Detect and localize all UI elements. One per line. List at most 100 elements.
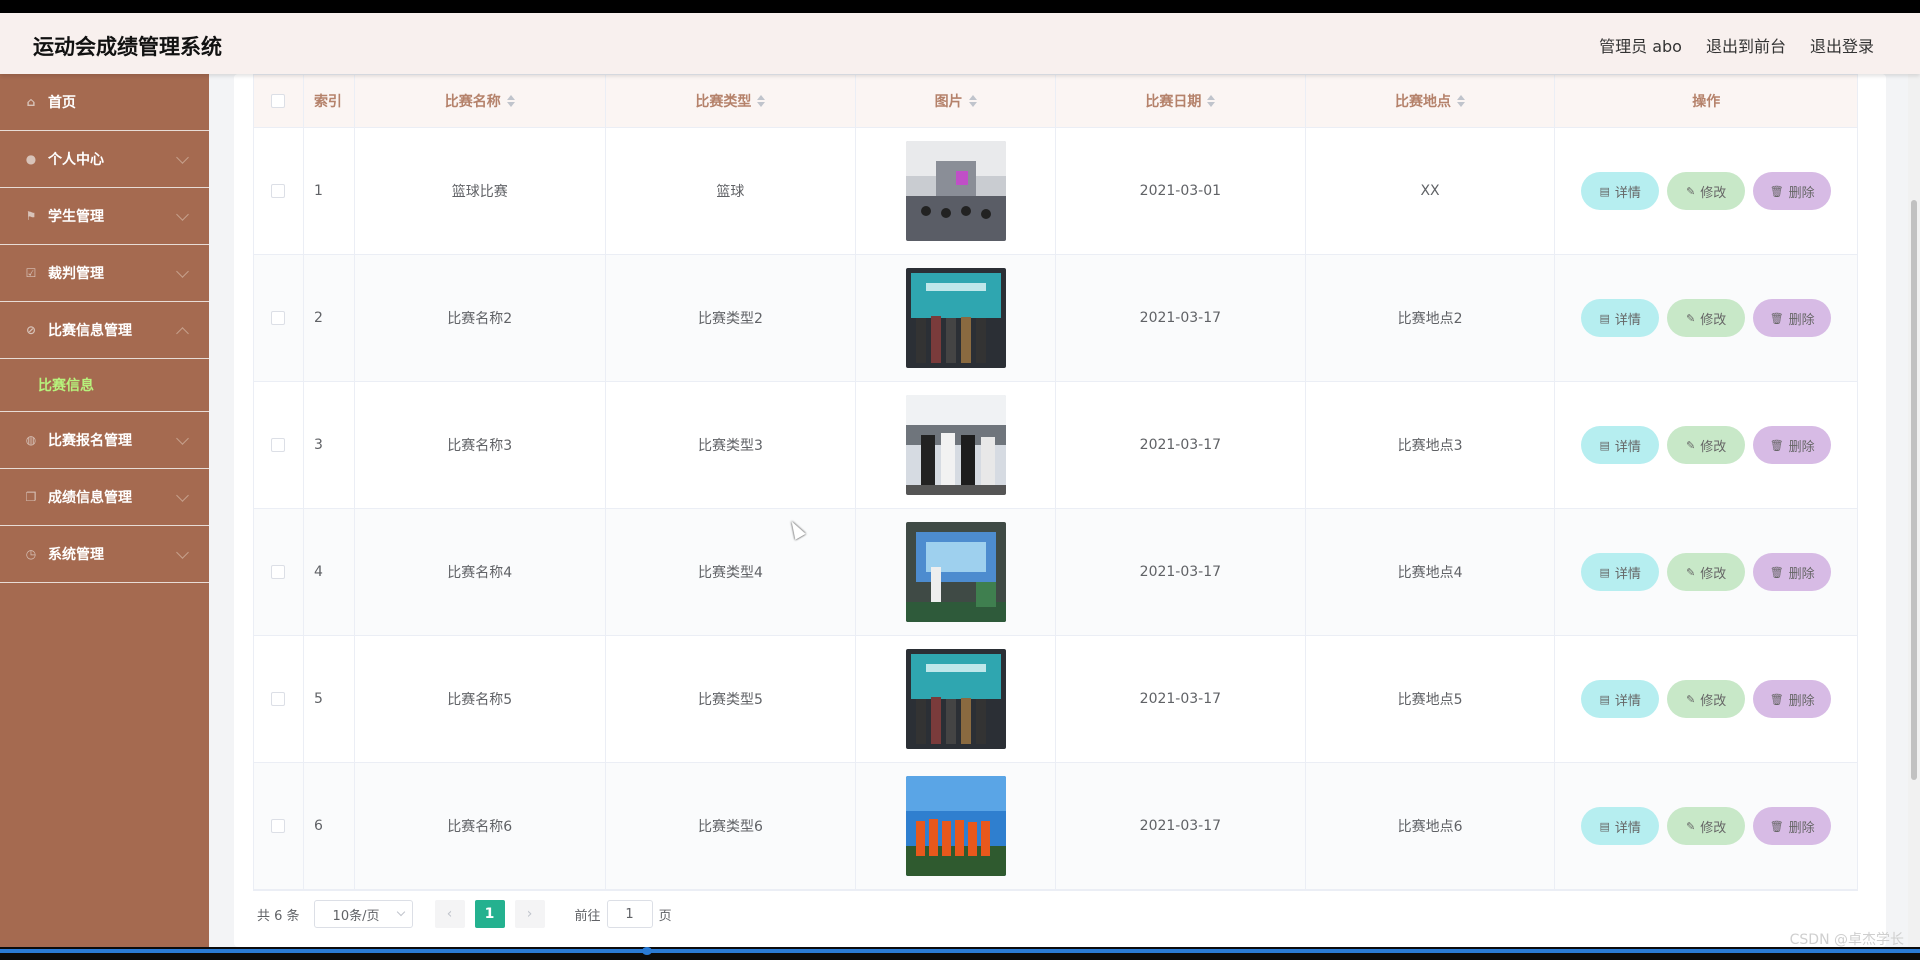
column-date[interactable]: 比赛日期 <box>1056 75 1306 127</box>
row-checkbox[interactable] <box>271 184 286 198</box>
trash-icon: 🗑 <box>1769 692 1784 706</box>
column-place[interactable]: 比赛地点 <box>1306 75 1556 127</box>
chevron-down-icon <box>176 489 189 502</box>
table-header: 索引 比赛名称 比赛类型 图片 比赛日期 比赛地点 操作 <box>254 75 1857 128</box>
sidebar-item-registration-management[interactable]: ◍ 比赛报名管理 <box>0 412 209 469</box>
cell-actions: ▤ 详情 ✎ 修改 🗑 删除 <box>1555 636 1857 762</box>
cell-type: 比赛类型3 <box>606 382 857 508</box>
admin-user-label[interactable]: 管理员 abo <box>1599 33 1682 57</box>
goto-page-input[interactable] <box>606 900 653 928</box>
sort-icon[interactable] <box>968 95 977 107</box>
flag-icon: ⚑ <box>25 209 37 223</box>
cell-index: 6 <box>304 763 355 889</box>
detail-button[interactable]: ▤ 详情 <box>1581 553 1660 591</box>
sort-icon[interactable] <box>506 95 515 107</box>
document-icon: ▤ <box>1599 184 1610 198</box>
delete-button[interactable]: 🗑 删除 <box>1753 172 1832 210</box>
cell-index: 5 <box>304 636 355 762</box>
detail-button[interactable]: ▤ 详情 <box>1581 807 1660 845</box>
column-image[interactable]: 图片 <box>856 75 1057 127</box>
competition-photo[interactable] <box>905 776 1006 876</box>
header-actions: 管理员 abo 退出到前台 退出登录 <box>1599 33 1874 57</box>
delete-button[interactable]: 🗑 删除 <box>1753 426 1832 464</box>
edit-button[interactable]: ✎ 修改 <box>1667 680 1746 718</box>
cell-type: 比赛类型4 <box>606 509 857 635</box>
table-body: 1 篮球比赛 篮球 2021-03-01 XX ▤ 详情 ✎ 修改 🗑 删除 2 比赛名称2 比赛类型2 2… <box>254 128 1857 890</box>
cell-date: 2021-03-17 <box>1056 636 1306 762</box>
app-window: 运动会成绩管理系统 管理员 abo 退出到前台 退出登录 ⌂ 首页 ● 个人中心… <box>0 13 1920 947</box>
page-size-value: 10条/页 <box>332 908 380 924</box>
table-row: 1 篮球比赛 篮球 2021-03-01 XX ▤ 详情 ✎ 修改 🗑 删除 <box>254 128 1857 255</box>
cell-actions: ▤ 详情 ✎ 修改 🗑 删除 <box>1555 509 1857 635</box>
cell-index: 2 <box>304 255 355 381</box>
page-size-select[interactable]: 10条/页 <box>313 900 413 928</box>
chevron-down-icon <box>176 265 189 278</box>
sidebar-item-system-management[interactable]: ◷ 系统管理 <box>0 526 209 583</box>
row-checkbox[interactable] <box>271 565 286 579</box>
cell-type: 比赛类型2 <box>606 255 857 381</box>
table-row: 4 比赛名称4 比赛类型4 2021-03-17 比赛地点4 ▤ 详情 ✎ 修改 🗑 删除 <box>254 509 1857 636</box>
delete-button[interactable]: 🗑 删除 <box>1753 680 1832 718</box>
trash-icon: 🗑 <box>1769 184 1784 198</box>
sort-icon[interactable] <box>1207 95 1216 107</box>
sidebar-item-referee-management[interactable]: ☑ 裁判管理 <box>0 245 209 302</box>
delete-button[interactable]: 🗑 删除 <box>1753 553 1832 591</box>
table-row: 2 比赛名称2 比赛类型2 2021-03-17 比赛地点2 ▤ 详情 ✎ 修改 🗑 删除 <box>254 255 1857 382</box>
cell-place: 比赛地点4 <box>1306 509 1556 635</box>
competition-photo[interactable] <box>905 395 1006 495</box>
cell-name: 篮球比赛 <box>355 128 606 254</box>
detail-button[interactable]: ▤ 详情 <box>1581 680 1660 718</box>
edit-button[interactable]: ✎ 修改 <box>1667 426 1746 464</box>
edit-button[interactable]: ✎ 修改 <box>1667 172 1746 210</box>
logout-link[interactable]: 退出登录 <box>1810 33 1874 57</box>
pencil-icon: ✎ <box>1686 819 1696 833</box>
page-scrollbar[interactable] <box>1908 74 1920 947</box>
sidebar-subitem-competition-info[interactable]: 比赛信息 <box>0 359 209 412</box>
sort-icon[interactable] <box>1457 95 1466 107</box>
edit-button[interactable]: ✎ 修改 <box>1667 807 1746 845</box>
check-icon: ☑ <box>25 266 37 280</box>
taskbar <box>0 947 1920 960</box>
competition-table: 索引 比赛名称 比赛类型 图片 比赛日期 比赛地点 操作 1 篮球比赛 篮球 2021… <box>253 74 1858 891</box>
detail-button[interactable]: ▤ 详情 <box>1581 426 1660 464</box>
row-checkbox[interactable] <box>271 819 286 833</box>
edit-button[interactable]: ✎ 修改 <box>1667 553 1746 591</box>
row-checkbox[interactable] <box>271 692 286 706</box>
cell-place: 比赛地点2 <box>1306 255 1556 381</box>
sidebar-item-home[interactable]: ⌂ 首页 <box>0 74 209 131</box>
exit-to-front-link[interactable]: 退出到前台 <box>1706 33 1786 57</box>
column-type[interactable]: 比赛类型 <box>606 75 857 127</box>
chevron-down-icon <box>176 546 189 559</box>
cell-index: 4 <box>304 509 355 635</box>
column-name[interactable]: 比赛名称 <box>355 75 606 127</box>
row-checkbox[interactable] <box>271 311 286 325</box>
sidebar-item-score-management[interactable]: ❐ 成绩信息管理 <box>0 469 209 526</box>
sidebar-item-personal-center[interactable]: ● 个人中心 <box>0 131 209 188</box>
competition-photo[interactable] <box>905 141 1006 241</box>
sort-icon[interactable] <box>757 95 766 107</box>
sidebar-item-label: 比赛报名管理 <box>48 433 132 449</box>
trash-icon: 🗑 <box>1769 438 1784 452</box>
sidebar-item-competition-info-management[interactable]: ⊘ 比赛信息管理 <box>0 302 209 359</box>
compass-icon: ⊘ <box>25 323 37 337</box>
competition-photo[interactable] <box>905 522 1006 622</box>
page-1-button[interactable]: 1 <box>474 900 505 928</box>
chevron-down-icon <box>176 151 189 164</box>
delete-button[interactable]: 🗑 删除 <box>1753 299 1832 337</box>
next-page-button[interactable]: › <box>514 900 545 928</box>
progress-line <box>0 949 1920 953</box>
prev-page-button[interactable]: ‹ <box>434 900 465 928</box>
chevron-up-icon <box>176 327 189 340</box>
detail-button[interactable]: ▤ 详情 <box>1581 299 1660 337</box>
scrollbar-thumb[interactable] <box>1911 200 1917 780</box>
detail-button[interactable]: ▤ 详情 <box>1581 172 1660 210</box>
competition-photo[interactable] <box>905 268 1006 368</box>
goto-label: 前往 <box>574 908 601 924</box>
competition-photo[interactable] <box>905 649 1006 749</box>
table-row: 6 比赛名称6 比赛类型6 2021-03-17 比赛地点6 ▤ 详情 ✎ 修改 🗑 删除 <box>254 763 1857 890</box>
edit-button[interactable]: ✎ 修改 <box>1667 299 1746 337</box>
delete-button[interactable]: 🗑 删除 <box>1753 807 1832 845</box>
sidebar-item-student-management[interactable]: ⚑ 学生管理 <box>0 188 209 245</box>
row-checkbox[interactable] <box>271 438 286 452</box>
select-all-checkbox[interactable] <box>271 94 286 108</box>
